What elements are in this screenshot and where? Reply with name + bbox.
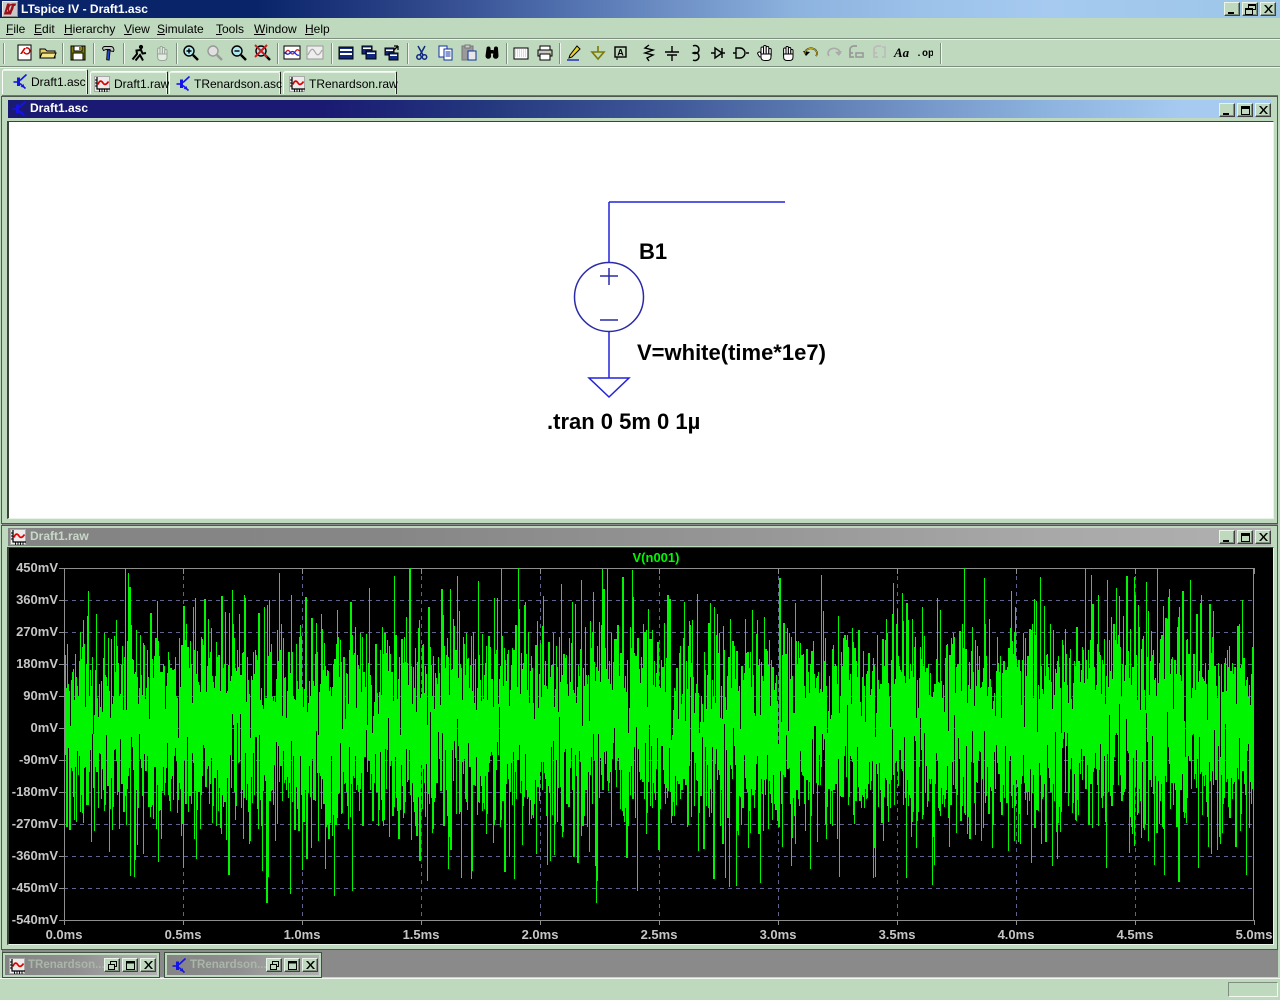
- svg-text:180mV: 180mV: [16, 656, 58, 671]
- svg-text:A: A: [617, 48, 624, 58]
- svg-text:.op: .op: [916, 49, 933, 60]
- svg-text:1.5ms: 1.5ms: [403, 927, 440, 942]
- svg-text:-540mV: -540mV: [12, 912, 59, 927]
- svg-text:V(n001): V(n001): [633, 550, 680, 565]
- svg-text:-360mV: -360mV: [12, 848, 59, 863]
- svg-text:90mV: 90mV: [23, 688, 58, 703]
- svg-text:3.5ms: 3.5ms: [879, 927, 916, 942]
- svg-text:4.5ms: 4.5ms: [1117, 927, 1154, 942]
- svg-text:B1: B1: [639, 239, 667, 264]
- svg-text:Aa: Aa: [893, 45, 910, 60]
- svg-text:360mV: 360mV: [16, 592, 58, 607]
- svg-text:-270mV: -270mV: [12, 816, 59, 831]
- svg-text:-90mV: -90mV: [19, 752, 58, 767]
- svg-text:-450mV: -450mV: [12, 880, 59, 895]
- svg-text:5.0ms: 5.0ms: [1236, 927, 1273, 942]
- svg-text:0.5ms: 0.5ms: [165, 927, 202, 942]
- svg-text:2.5ms: 2.5ms: [641, 927, 678, 942]
- svg-text:0mV: 0mV: [31, 720, 59, 735]
- svg-text:4.0ms: 4.0ms: [998, 927, 1035, 942]
- svg-text:.tran 0 5m 0 1µ: .tran 0 5m 0 1µ: [547, 409, 700, 434]
- svg-text:-180mV: -180mV: [12, 784, 59, 799]
- svg-text:450mV: 450mV: [16, 560, 58, 575]
- svg-text:3.0ms: 3.0ms: [760, 927, 797, 942]
- svg-text:0.0ms: 0.0ms: [46, 927, 83, 942]
- svg-text:2.0ms: 2.0ms: [522, 927, 559, 942]
- svg-text:1.0ms: 1.0ms: [284, 927, 321, 942]
- svg-text:V=white(time*1e7): V=white(time*1e7): [637, 340, 826, 365]
- svg-text:270mV: 270mV: [16, 624, 58, 639]
